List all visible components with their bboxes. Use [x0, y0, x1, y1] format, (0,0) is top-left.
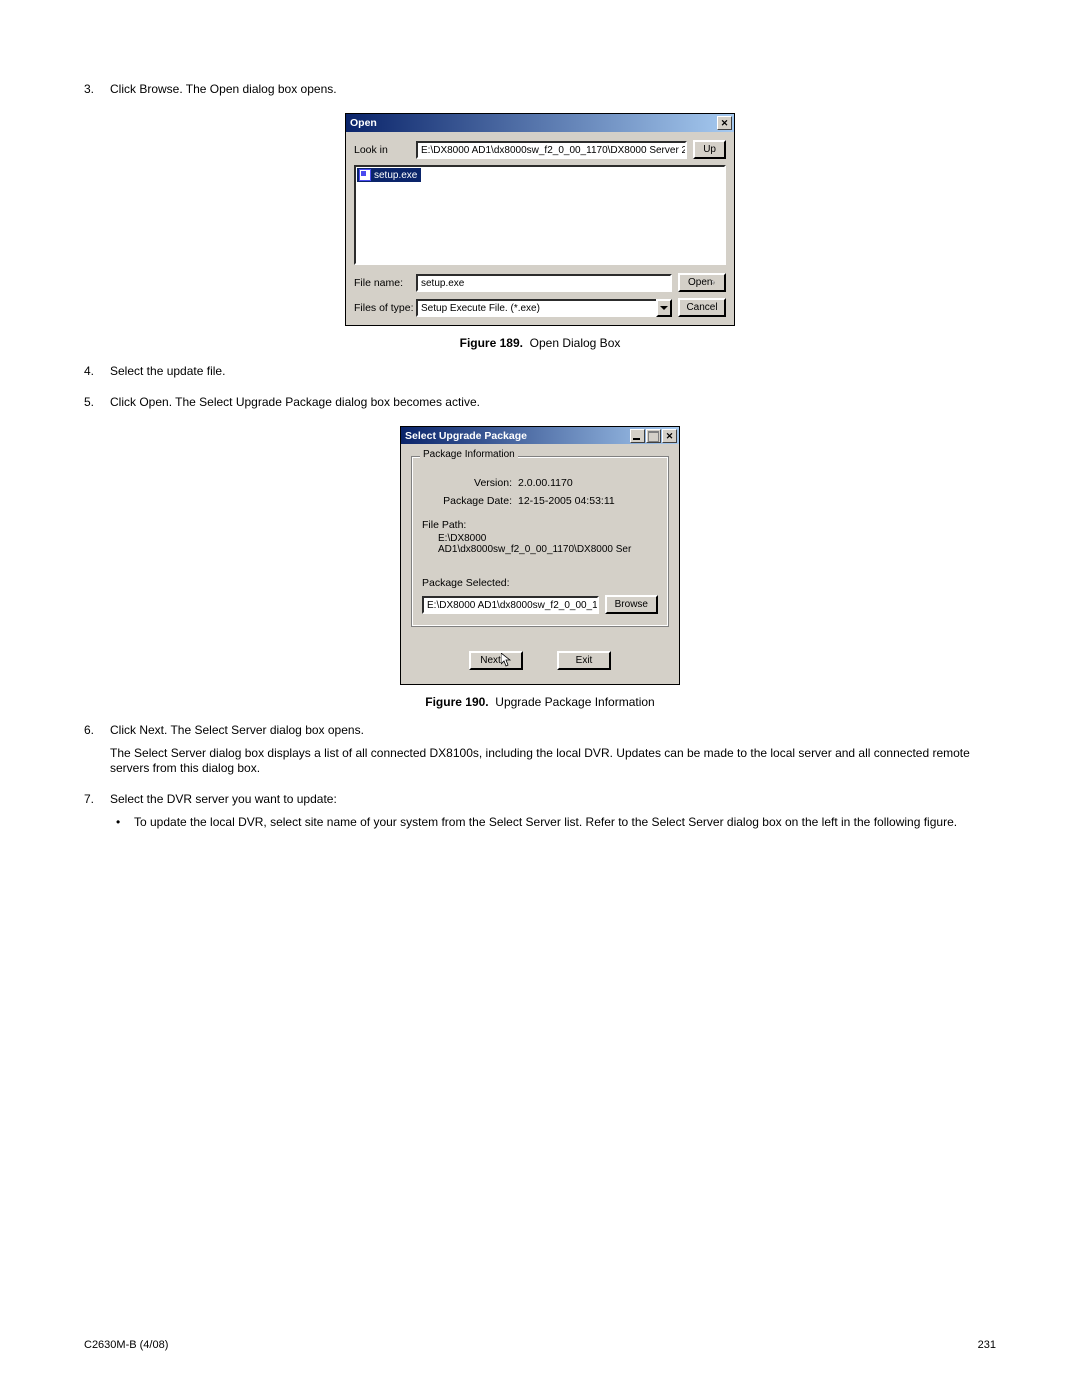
step-5-number: 5. — [84, 395, 110, 418]
up-button[interactable]: Up — [693, 140, 726, 159]
package-date-label: Package Date: — [422, 495, 518, 507]
maximize-icon[interactable] — [646, 429, 661, 443]
step-6-line1: Click Next. The Select Server dialog box… — [110, 723, 996, 738]
open-button-label: Open — [688, 275, 712, 291]
look-in-label: Look in — [354, 144, 416, 156]
step-7-text: Select the DVR server you want to update… — [110, 792, 996, 807]
minimize-icon[interactable] — [630, 429, 645, 443]
file-name-label: File name: — [354, 277, 416, 289]
look-in-field[interactable]: E:\DX8000 AD1\dx8000sw_f2_0_00_1170\DX80… — [416, 141, 687, 159]
figure-190-caption: Figure 190. Upgrade Package Information — [84, 695, 996, 709]
step-5-text: Click Open. The Select Upgrade Package d… — [110, 395, 996, 410]
open-dialog-titlebar: Open ✕ — [346, 114, 734, 132]
files-of-type-label: Files of type: — [354, 302, 416, 314]
close-icon[interactable]: ✕ — [662, 429, 677, 443]
file-path-label: File Path: — [422, 519, 658, 531]
open-button[interactable]: Open — [678, 273, 726, 292]
cursor-icon — [712, 275, 716, 290]
file-list[interactable]: setup.exe — [354, 165, 726, 265]
package-date-value: 12-15-2005 04:53:11 — [518, 495, 615, 507]
cursor-icon — [501, 653, 512, 668]
step-6-line2: The Select Server dialog box displays a … — [110, 746, 996, 776]
version-label: Version: — [422, 477, 518, 489]
file-name-field[interactable]: setup.exe — [416, 274, 672, 292]
browse-button[interactable]: Browse — [605, 595, 658, 614]
file-item-name: setup.exe — [374, 170, 417, 181]
pkg-dialog-title: Select Upgrade Package — [405, 430, 527, 442]
package-info-groupbox: Package Information Version: 2.0.00.1170… — [411, 456, 669, 627]
file-item-selected[interactable]: setup.exe — [357, 168, 421, 182]
package-selected-label: Package Selected: — [422, 577, 658, 589]
next-button-label: Next — [480, 653, 501, 669]
step-4-number: 4. — [84, 364, 110, 387]
footer-doc-id: C2630M-B (4/08) — [84, 1339, 168, 1351]
cancel-button[interactable]: Cancel — [678, 298, 726, 317]
step-7-number: 7. — [84, 792, 110, 838]
open-dialog: Open ✕ Look in E:\DX8000 AD1\dx8000sw_f2… — [345, 113, 735, 326]
step-3-text: Click Browse. The Open dialog box opens. — [110, 82, 996, 97]
select-upgrade-package-dialog: Select Upgrade Package ✕ Package Informa… — [400, 426, 680, 685]
exe-file-icon — [359, 169, 371, 181]
step-4-text: Select the update file. — [110, 364, 996, 379]
version-value: 2.0.00.1170 — [518, 477, 573, 489]
exit-button[interactable]: Exit — [557, 651, 611, 670]
pkg-dialog-titlebar: Select Upgrade Package ✕ — [401, 427, 679, 444]
footer-page-number: 231 — [978, 1339, 996, 1351]
package-info-legend: Package Information — [420, 449, 518, 460]
step-6-number: 6. — [84, 723, 110, 784]
open-dialog-title: Open — [350, 117, 377, 129]
page-footer: C2630M-B (4/08) 231 — [84, 1339, 996, 1351]
next-button[interactable]: Next — [469, 651, 523, 670]
files-of-type-field[interactable]: Setup Execute File. (*.exe) — [416, 299, 658, 317]
file-path-value: E:\DX8000 AD1\dx8000sw_f2_0_00_1170\DX80… — [422, 533, 658, 555]
step-3-number: 3. — [84, 82, 110, 105]
close-icon[interactable]: ✕ — [717, 116, 732, 130]
figure-189-caption: Figure 189. Open Dialog Box — [84, 336, 996, 350]
dropdown-arrow-icon[interactable] — [656, 299, 672, 317]
package-selected-field[interactable]: E:\DX8000 AD1\dx8000sw_f2_0_00_1170\D — [422, 596, 599, 614]
step-7-bullet: To update the local DVR, select site nam… — [134, 815, 957, 830]
bullet-mark: • — [110, 815, 134, 838]
